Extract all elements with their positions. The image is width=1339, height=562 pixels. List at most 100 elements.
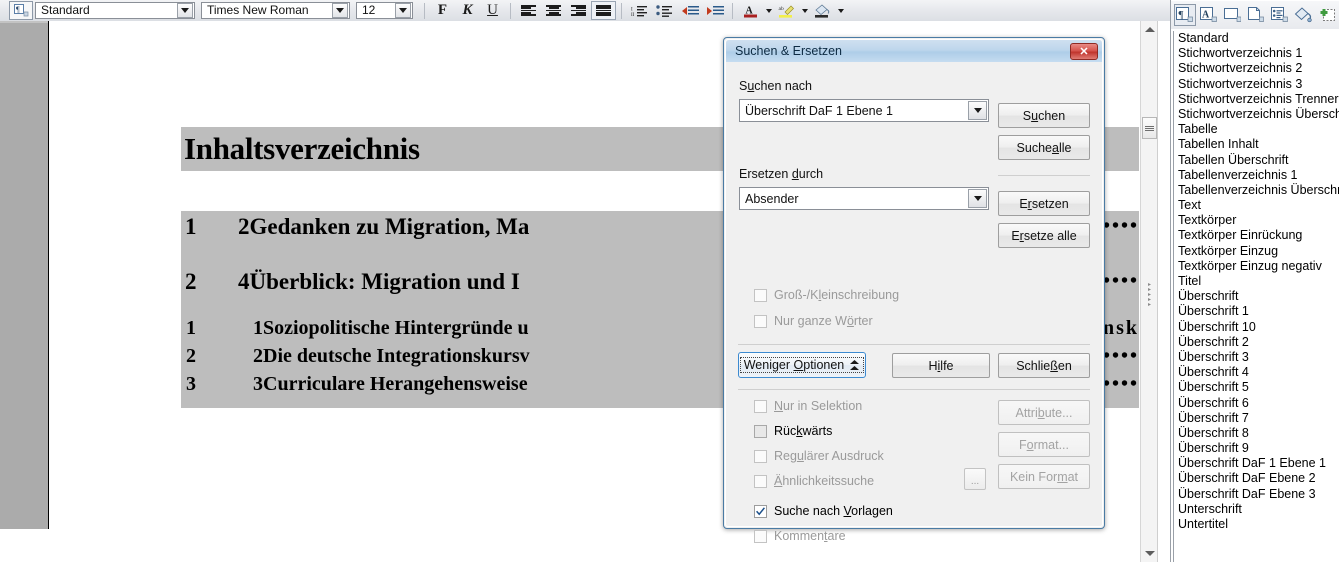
decrease-indent-icon[interactable] [677, 1, 702, 20]
styles-apply-icon[interactable]: ¶ [9, 1, 33, 20]
frame-styles-icon[interactable] [1221, 4, 1243, 26]
scroll-down-arrow-icon[interactable] [1141, 545, 1158, 562]
italic-button[interactable]: K [455, 1, 480, 20]
close-icon[interactable]: ✕ [1070, 43, 1098, 60]
style-list-item[interactable]: Stichwortverzeichnis 3 [1174, 77, 1339, 92]
close-button[interactable]: Schlie ß en [998, 353, 1090, 378]
background-color-dropdown-arrow[interactable] [835, 1, 846, 20]
font-size-dropdown-arrow[interactable] [395, 3, 411, 18]
style-list-item[interactable]: Überschrift [1174, 289, 1339, 304]
attributes-button[interactable]: Attri b ute... [998, 400, 1090, 425]
style-list-item[interactable]: Überschrift DaF Ebene 3 [1174, 487, 1339, 502]
scrollbar-thumb[interactable] [1142, 117, 1157, 139]
bold-button[interactable]: F [430, 1, 455, 20]
paragraph-style-combo[interactable]: Standard [35, 2, 195, 19]
font-color-dropdown-arrow[interactable] [763, 1, 774, 20]
list-styles-icon[interactable] [1268, 4, 1290, 26]
style-list-item[interactable]: Titel [1174, 274, 1339, 289]
current-selection-only-checkbox[interactable]: Nur in Selektion [754, 399, 862, 413]
underline-button[interactable]: U [480, 1, 505, 20]
style-list-item[interactable]: Überschrift DaF 1 Ebene 1 [1174, 456, 1339, 471]
document-vertical-scrollbar[interactable]: ▸ ▸ ▸ ▸ ▸ [1140, 21, 1158, 562]
style-list-item[interactable]: Tabellenverzeichnis 1 [1174, 168, 1339, 183]
style-list-item[interactable]: Tabellen Inhalt [1174, 137, 1339, 152]
align-center-icon[interactable] [541, 1, 566, 20]
style-list-item[interactable]: Tabelle [1174, 122, 1339, 137]
font-color-icon[interactable]: A [738, 1, 763, 20]
ordered-list-icon[interactable]: I II [627, 1, 652, 20]
style-list-item[interactable]: Überschrift 5 [1174, 380, 1339, 395]
style-list-item[interactable]: Überschrift 9 [1174, 441, 1339, 456]
toolbar-grip[interactable] [0, 1, 6, 21]
style-list-item[interactable]: Tabellen Überschrift [1174, 153, 1339, 168]
align-left-icon[interactable] [516, 1, 541, 20]
font-name-combo[interactable]: Times New Roman [201, 2, 350, 19]
search-history-dropdown-arrow[interactable] [968, 101, 987, 120]
backwards-checkbox[interactable]: Rückwärts [754, 424, 832, 438]
replace-input[interactable]: Absender [739, 187, 989, 210]
style-list-item[interactable]: Überschrift 3 [1174, 350, 1339, 365]
style-list-item[interactable]: Überschrift 8 [1174, 426, 1339, 441]
scroll-up-arrow-icon[interactable] [1141, 21, 1158, 38]
font-size-combo[interactable]: 12 [356, 2, 413, 19]
style-list-item[interactable]: Überschrift 10 [1174, 320, 1339, 335]
character-styles-icon[interactable]: A [1198, 4, 1220, 26]
replace-history-dropdown-arrow[interactable] [968, 189, 987, 208]
format-button[interactable]: Fo rmat... [998, 432, 1090, 457]
style-list-item[interactable]: Überschrift DaF Ebene 2 [1174, 471, 1339, 486]
paragraph-styles-icon[interactable]: ¶ [1174, 4, 1196, 26]
search-all-button[interactable]: Suche a lle [998, 135, 1090, 160]
paragraph-style-dropdown-arrow[interactable] [177, 3, 193, 18]
font-name-dropdown-arrow[interactable] [332, 3, 348, 18]
style-list-item[interactable]: Stichwortverzeichnis Überschrift [1174, 107, 1339, 122]
no-format-button[interactable]: Kein For m at [998, 464, 1090, 489]
replace-button[interactable]: Er setzen [998, 191, 1090, 216]
align-right-icon[interactable] [566, 1, 591, 20]
comments-checkbox[interactable]: Kommentare [754, 529, 846, 543]
highlight-color-dropdown-arrow[interactable] [799, 1, 810, 20]
style-list-item[interactable]: Unterschrift [1174, 502, 1339, 517]
style-list-item[interactable]: Stichwortverzeichnis 1 [1174, 46, 1339, 61]
style-list-item[interactable]: Textkörper [1174, 213, 1339, 228]
dialog-title-bar[interactable]: Suchen & Ersetzen ✕ [726, 40, 1102, 62]
replace-all-button[interactable]: Er setze alle [998, 223, 1090, 248]
highlight-color-icon[interactable]: ab [774, 1, 799, 20]
justify-icon[interactable] [591, 1, 616, 20]
find-replace-dialog[interactable]: Suchen & Ersetzen ✕ Suchen nach Überschr… [723, 37, 1105, 543]
unordered-list-icon[interactable] [652, 1, 677, 20]
search-input[interactable]: Überschrift DaF 1 Ebene 1 [739, 99, 989, 122]
regular-expressions-checkbox[interactable]: Regulärer Ausdruck [754, 449, 884, 463]
toc-entry-number: 1 [186, 317, 196, 339]
style-list-item[interactable]: Überschrift 2 [1174, 335, 1339, 350]
document-area[interactable]: Inhaltsverzeichnis 1 2Gedanken zu Migrat… [0, 21, 1339, 562]
background-color-icon[interactable] [810, 1, 835, 20]
style-list-item[interactable]: Überschrift 7 [1174, 411, 1339, 426]
style-list-item[interactable]: Tabellenverzeichnis Überschrift [1174, 183, 1339, 198]
fill-format-mode-icon[interactable] [1292, 4, 1315, 26]
toolbar-separator [424, 2, 425, 19]
styles-list[interactable]: Standard Stichwortverzeichnis 1 Stichwor… [1173, 31, 1339, 562]
page-styles-icon[interactable] [1245, 4, 1267, 26]
style-list-item[interactable]: Überschrift 1 [1174, 304, 1339, 319]
style-list-item[interactable]: Textkörper Einzug negativ [1174, 259, 1339, 274]
search-styles-checkbox[interactable]: Suche nach Vorlagen [754, 504, 893, 518]
style-list-item[interactable]: Stichwortverzeichnis Trenner [1174, 92, 1339, 107]
style-list-item[interactable]: Textkörper Einrückung [1174, 228, 1339, 243]
style-list-item[interactable]: Überschrift 6 [1174, 396, 1339, 411]
style-list-item[interactable]: Text [1174, 198, 1339, 213]
comments-label: Kommentare [774, 529, 846, 543]
style-list-item[interactable]: Stichwortverzeichnis 2 [1174, 61, 1339, 76]
help-button[interactable]: Hi lfe [892, 353, 990, 378]
new-style-icon[interactable] [1317, 4, 1338, 26]
style-list-item[interactable]: Textkörper Einzug [1174, 244, 1339, 259]
increase-indent-icon[interactable] [702, 1, 727, 20]
whole-words-checkbox[interactable]: Nur ganze Wörter [754, 314, 873, 328]
similarity-options-button[interactable]: ... [964, 468, 986, 490]
similarity-search-checkbox[interactable]: Ähnlichkeitssuche [754, 474, 874, 488]
match-case-checkbox[interactable]: Groß-/Kleinschreibung [754, 288, 899, 302]
style-list-item[interactable]: Untertitel [1174, 517, 1339, 532]
style-list-item[interactable]: Überschrift 4 [1174, 365, 1339, 380]
fewer-options-button[interactable]: Weniger Optionen [738, 352, 866, 378]
search-button[interactable]: Su chen [998, 103, 1090, 128]
style-list-item[interactable]: Standard [1174, 31, 1339, 46]
